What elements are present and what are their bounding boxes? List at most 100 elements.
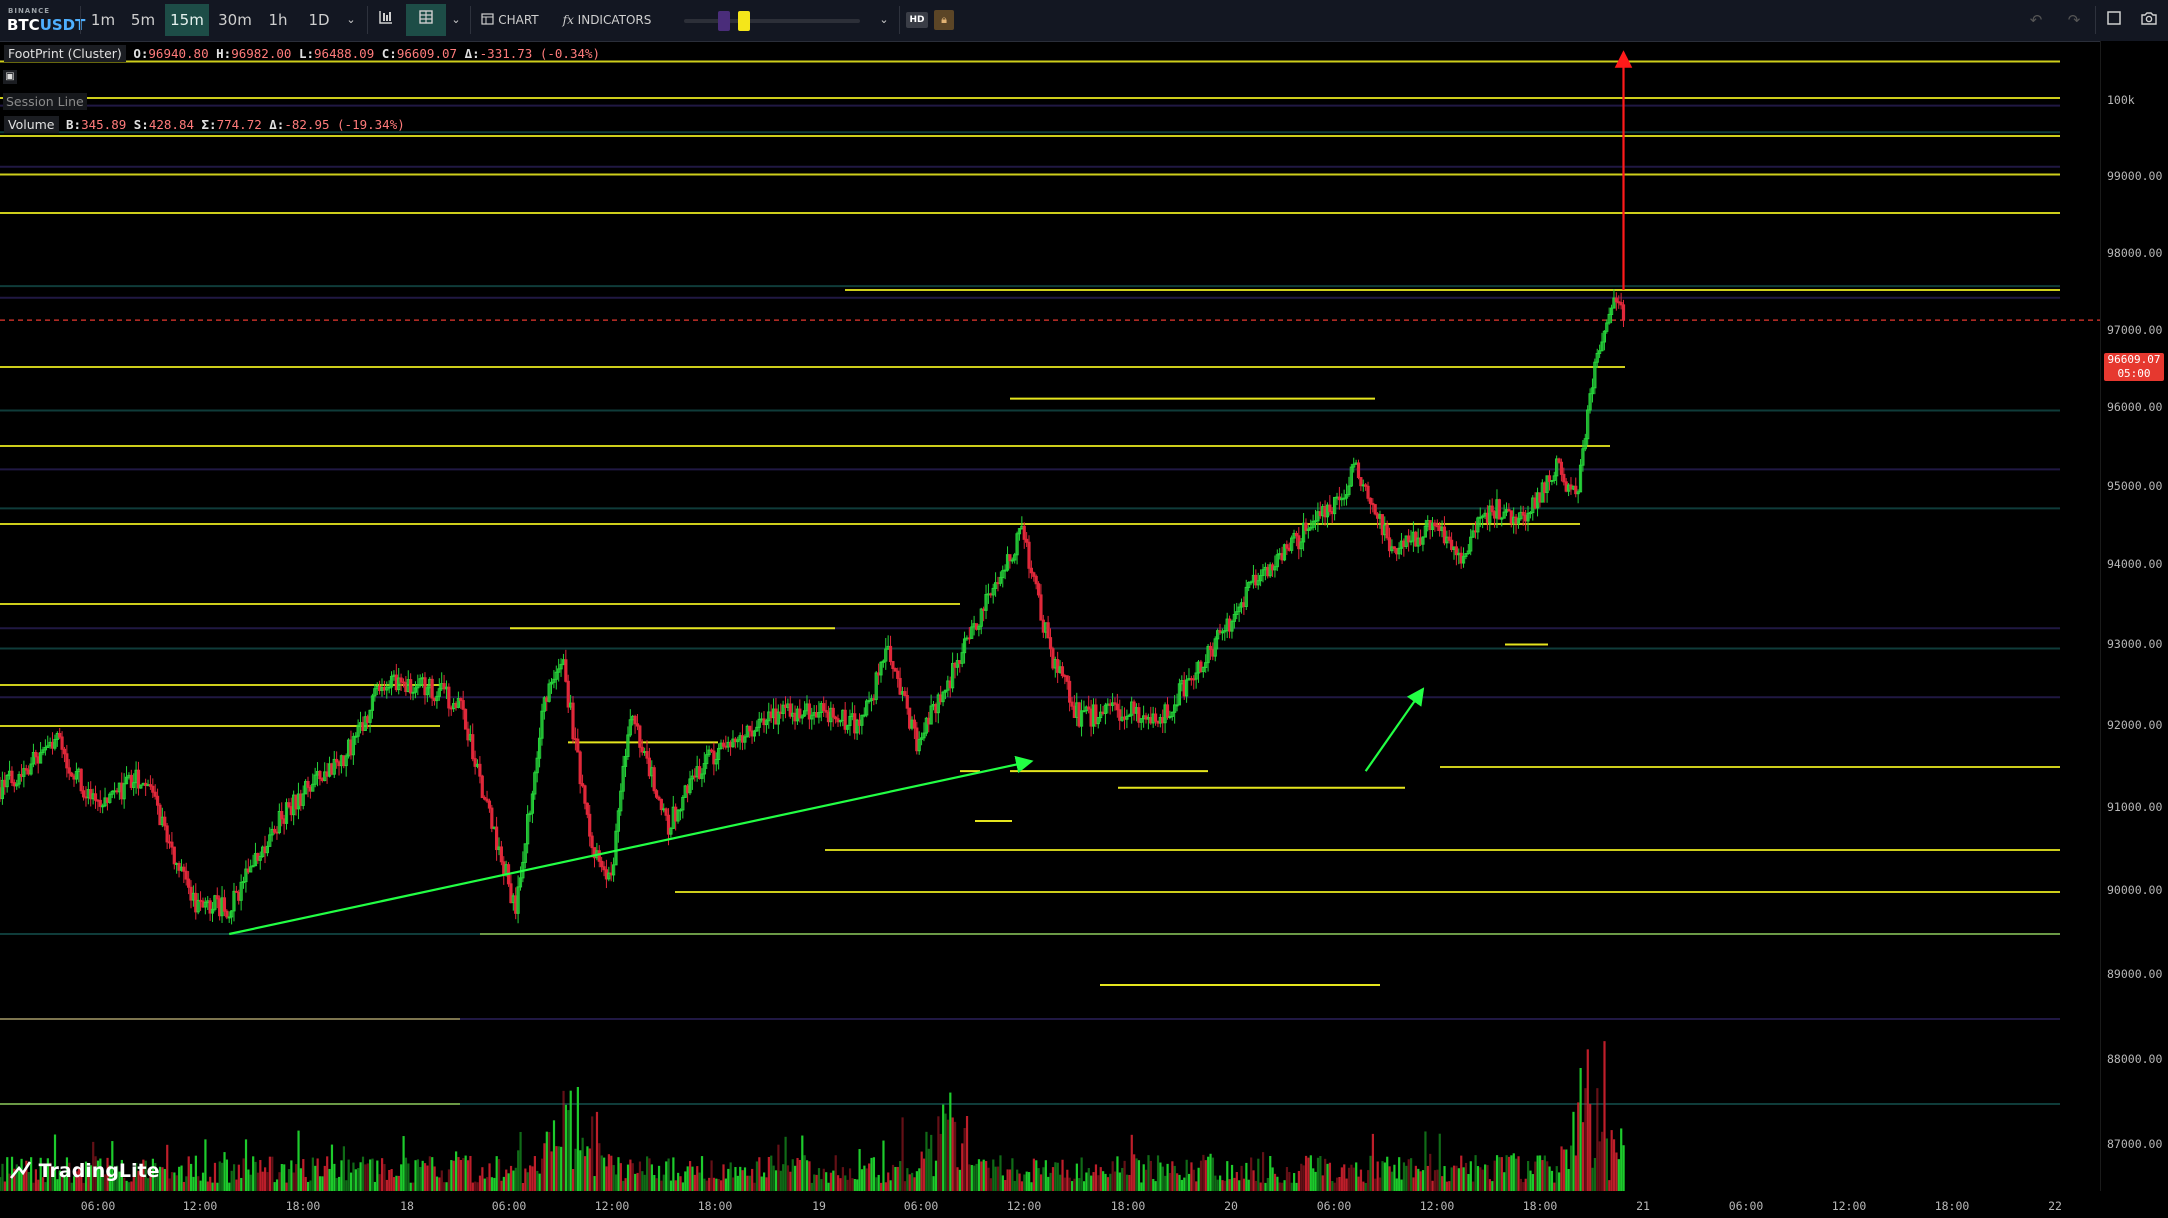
volume-bar: [691, 1166, 694, 1191]
candle-body: [635, 723, 640, 727]
candle-body: [939, 694, 943, 703]
footprint-layout-icon[interactable]: [406, 4, 446, 36]
volume-bar: [724, 1178, 727, 1191]
volume-bar: [1345, 1178, 1348, 1191]
heatmap-range-slider[interactable]: [684, 19, 860, 23]
candle-body: [843, 709, 847, 730]
chart-button[interactable]: CHART: [476, 4, 544, 36]
slider-min-handle[interactable]: [718, 11, 730, 31]
volume-bar: [409, 1182, 412, 1191]
volume-bar: [1441, 1176, 1444, 1191]
session-line-label[interactable]: Session Line: [3, 93, 87, 110]
candle-body: [1227, 618, 1232, 632]
volume-bar: [328, 1168, 331, 1191]
volume-bar: [834, 1155, 837, 1191]
candle-body: [585, 802, 589, 815]
volume-bar: [774, 1170, 778, 1191]
volume-bar: [357, 1168, 360, 1191]
volume-bar: [1488, 1179, 1491, 1191]
volume-bar: [287, 1169, 291, 1191]
symbol-selector[interactable]: BTCUSDT: [7, 16, 85, 34]
candle-body: [155, 795, 160, 806]
chart-type-bars-icon[interactable]: [371, 4, 401, 36]
volume-bar: [321, 1176, 324, 1191]
volume-bar: [1164, 1175, 1167, 1191]
candle-body: [84, 796, 88, 799]
volume-bar: [521, 1182, 525, 1191]
volume-bar: [1538, 1155, 1542, 1191]
volume-bar: [1493, 1160, 1496, 1191]
footprint-title[interactable]: FootPrint (Cluster): [4, 45, 126, 62]
volume-bar: [1254, 1180, 1258, 1191]
volume-bar: [70, 1182, 73, 1191]
timeframe-1m[interactable]: 1m: [86, 4, 120, 36]
buy-label: B:: [66, 117, 82, 132]
volume-bar: [1259, 1182, 1262, 1191]
candle-body: [948, 680, 952, 689]
volume-title[interactable]: Volume: [4, 116, 59, 133]
candle-body: [867, 700, 871, 703]
candle-body: [222, 897, 227, 912]
volume-bar: [999, 1155, 1002, 1191]
volume-bar: [1407, 1159, 1410, 1191]
redo-icon[interactable]: ↷: [2062, 4, 2086, 36]
volume-bar: [1307, 1157, 1310, 1191]
layout-dropdown-chevron-icon[interactable]: ⌄: [446, 4, 466, 36]
chart-canvas[interactable]: [0, 41, 2100, 1191]
volume-bar: [1522, 1182, 1525, 1191]
camera-icon[interactable]: [2136, 4, 2162, 36]
layers-icon[interactable]: ▣: [3, 70, 17, 84]
timeframe-30m[interactable]: 30m: [214, 4, 256, 36]
candle-body: [182, 866, 186, 872]
volume-bar: [1340, 1167, 1343, 1191]
candle-body: [404, 682, 408, 693]
candle-body: [1068, 680, 1072, 703]
timeframe-1h[interactable]: 1h: [264, 4, 292, 36]
volume-bar: [419, 1167, 422, 1191]
volume-bar: [794, 1165, 797, 1191]
candle-body: [306, 781, 310, 788]
volume-bar: [1135, 1158, 1138, 1191]
volume-bar: [1474, 1155, 1477, 1191]
volume-bar: [679, 1176, 682, 1191]
volume-bar: [1173, 1165, 1176, 1191]
timeframe-dropdown-chevron-icon[interactable]: ⌄: [340, 4, 362, 36]
toolbar-divider: [80, 6, 81, 34]
price-axis[interactable]: 100k 99000.00 98000.00 97000.00 96000.00…: [2100, 41, 2168, 1191]
volume-bar: [359, 1162, 362, 1191]
volume-bar: [388, 1169, 391, 1191]
volume-bar: [1035, 1160, 1038, 1191]
fullscreen-icon[interactable]: [2102, 4, 2126, 36]
candle-body: [1335, 496, 1339, 499]
price-tick: 97000.00: [2107, 323, 2163, 337]
volume-bar: [400, 1164, 403, 1191]
candle-body: [411, 691, 415, 694]
volume-bar: [223, 1152, 226, 1191]
candle-body: [12, 782, 16, 787]
hd-toggle[interactable]: HD: [906, 12, 928, 28]
volume-bar: [268, 1156, 271, 1191]
volume-bar: [882, 1140, 885, 1191]
lock-icon[interactable]: 🔒︎: [934, 10, 954, 30]
volume-bar: [1185, 1159, 1188, 1191]
volume-bar: [1410, 1158, 1413, 1191]
candle-body: [831, 707, 835, 718]
timeframe-5m[interactable]: 5m: [126, 4, 160, 36]
volume-bar: [235, 1179, 238, 1191]
timeframe-15m[interactable]: 15m: [165, 4, 209, 36]
volume-bar: [868, 1163, 871, 1191]
volume-bar: [925, 1131, 928, 1191]
volume-bar: [614, 1174, 618, 1191]
volume-bar: [1030, 1182, 1033, 1191]
slider-dropdown-chevron-icon[interactable]: ⌄: [874, 4, 894, 36]
candle-body: [382, 686, 386, 691]
timeframe-1d[interactable]: 1D: [303, 4, 335, 36]
candle-body: [120, 782, 124, 800]
candle-body: [34, 751, 38, 758]
slider-max-handle[interactable]: [738, 11, 750, 31]
indicators-button[interactable]: fx INDICATORS: [554, 4, 660, 36]
volume-bar: [1145, 1169, 1148, 1191]
undo-icon[interactable]: ↶: [2024, 4, 2048, 36]
candle-body: [896, 670, 900, 679]
heatmap-levels: [0, 60, 2100, 1105]
